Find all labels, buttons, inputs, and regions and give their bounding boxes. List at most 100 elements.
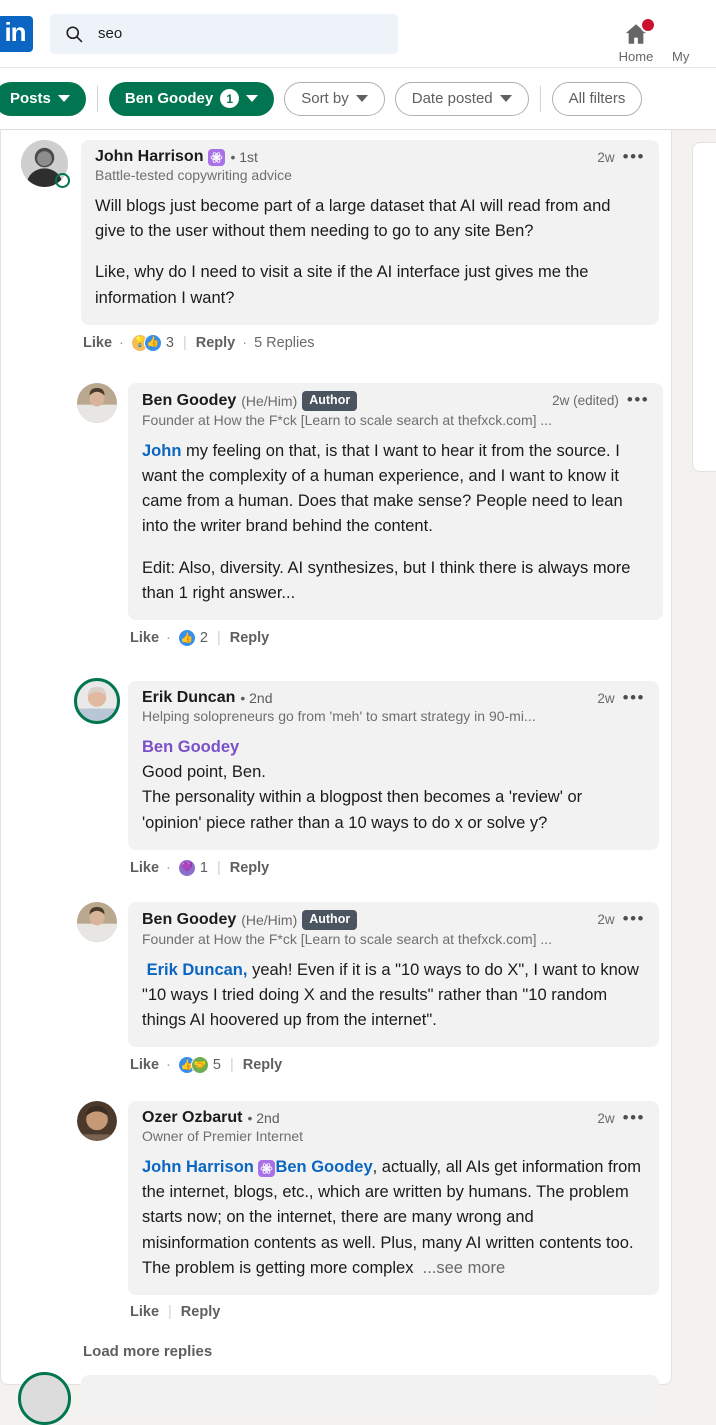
filter-posts-button[interactable]: Posts xyxy=(0,81,86,116)
like-button[interactable]: Like xyxy=(130,630,159,646)
comment-bubble: Ozer Ozbarut • 2nd Owner of Premier Inte… xyxy=(128,1101,659,1296)
comment-author-tagline: Founder at How the F*ck [Learn to scale … xyxy=(142,411,553,428)
filter-person-label: Ben Goodey xyxy=(124,90,214,107)
home-icon xyxy=(623,16,656,47)
comment-options-icon[interactable]: ••• xyxy=(623,148,645,165)
linkedin-logo[interactable]: in xyxy=(0,15,33,52)
comment-paragraph: John my feeling on that, is that I want … xyxy=(142,439,649,540)
filter-all-filters-button[interactable]: All filters xyxy=(551,81,643,116)
reaction-summary[interactable]: 👍 2 xyxy=(177,629,208,648)
filter-all-filters-label: All filters xyxy=(568,90,626,107)
nav-my-label: My xyxy=(672,48,690,64)
open-to-work-ring-icon xyxy=(18,1372,71,1425)
search-filter-bar: Posts Ben Goodey 1 Sort by Date posted A… xyxy=(0,68,716,130)
comment-options-icon[interactable]: ••• xyxy=(623,689,645,706)
nav-item-home[interactable]: Home xyxy=(600,16,672,64)
comment-reply-partial xyxy=(18,1372,659,1425)
reaction-icons: 👍 xyxy=(177,629,196,648)
nav-right-group: Home My xyxy=(600,0,716,68)
avatar[interactable] xyxy=(21,140,70,188)
comment-header: Erik Duncan • 2nd Helping solopreneurs g… xyxy=(142,689,645,724)
reaction-count: 5 xyxy=(212,1057,221,1074)
comment-bubble: Ben Goodey (He/Him) Author Founder at Ho… xyxy=(128,902,659,1048)
avatar-image xyxy=(77,902,117,942)
reply-button[interactable]: Reply xyxy=(181,1304,221,1320)
mention-link[interactable]: Erik Duncan, xyxy=(147,961,248,979)
comment-header: Ozer Ozbarut • 2nd Owner of Premier Inte… xyxy=(142,1109,645,1144)
comment-body: John my feeling on that, is that I want … xyxy=(142,439,649,606)
chevron-down-icon xyxy=(355,95,368,102)
filter-date-posted-button[interactable]: Date posted xyxy=(394,81,529,116)
post-comments-card: John Harrison • 1st Battle-tested copywr… xyxy=(0,130,672,1425)
reaction-summary[interactable]: 💡 👍 3 xyxy=(130,333,174,352)
comment-author-tagline: Helping solopreneurs go from 'meh' to sm… xyxy=(142,708,536,724)
avatar[interactable] xyxy=(77,383,117,423)
comment-author-name[interactable]: Ben Goodey xyxy=(142,911,236,929)
avatar[interactable] xyxy=(18,1372,71,1425)
comment-timestamp: 2w (edited) xyxy=(552,393,619,408)
comment-author-name[interactable]: Erik Duncan xyxy=(142,689,235,707)
open-to-work-ring-icon xyxy=(74,678,120,724)
filter-posts-label: Posts xyxy=(10,90,51,107)
comment-bubble: Ben Goodey (He/Him) Author Founder at Ho… xyxy=(128,383,664,621)
comment-text: Good point, Ben. xyxy=(142,763,266,782)
filter-person-button[interactable]: Ben Goodey 1 xyxy=(108,81,275,116)
like-button[interactable]: Like xyxy=(130,860,159,876)
comment-author-pronouns: (He/Him) xyxy=(241,392,298,409)
like-button[interactable]: Like xyxy=(130,1057,159,1073)
reply-button[interactable]: Reply xyxy=(196,335,236,351)
see-more-button[interactable]: ...see more xyxy=(423,1259,506,1277)
comment-actions: Like · 💡 👍 3 | Reply · 5 Replies xyxy=(83,333,315,352)
comment-options-icon[interactable]: ••• xyxy=(627,391,649,408)
load-more-replies-button[interactable]: Load more replies xyxy=(83,1343,212,1360)
comment-header: Ben Goodey (He/Him) Author Founder at Ho… xyxy=(142,391,649,428)
comment-body: Ben Goodey Good point, Ben. The personal… xyxy=(142,735,645,836)
comment-thread-root: John Harrison • 1st Battle-tested copywr… xyxy=(21,140,659,352)
comment-paragraph: John Harrison Ben Goodey, actually, all … xyxy=(142,1155,645,1281)
top-navigation-bar: in seo Home My xyxy=(0,0,716,68)
mention-link[interactable]: Ben Goodey xyxy=(275,1158,372,1176)
like-button[interactable]: Like xyxy=(130,1304,159,1320)
comment-options-icon[interactable]: ••• xyxy=(623,910,645,927)
comment-author-name[interactable]: John Harrison xyxy=(95,148,203,166)
nav-home-label: Home xyxy=(618,48,654,64)
avatar[interactable] xyxy=(74,678,120,724)
avatar-image xyxy=(77,1101,117,1141)
comment-reply: Ben Goodey (He/Him) Author Founder at Ho… xyxy=(77,902,659,1075)
avatar-image xyxy=(77,383,117,423)
notification-badge xyxy=(640,16,656,33)
avatar[interactable] xyxy=(77,1101,117,1141)
search-value: seo xyxy=(98,25,123,42)
mention-link[interactable]: John xyxy=(142,442,181,460)
comment-bubble: John Harrison • 1st Battle-tested copywr… xyxy=(81,140,659,325)
chevron-down-icon xyxy=(246,95,259,102)
comment-options-icon[interactable]: ••• xyxy=(623,1109,645,1126)
comment-bubble: Erik Duncan • 2nd Helping solopreneurs g… xyxy=(128,681,659,850)
comment-author-name[interactable]: Ben Goodey xyxy=(142,392,236,410)
reaction-summary[interactable]: 💜 1 xyxy=(177,858,208,877)
comment-bubble xyxy=(81,1375,659,1415)
filter-divider-2 xyxy=(539,85,541,112)
reply-button[interactable]: Reply xyxy=(230,860,270,876)
reaction-summary[interactable]: 👍 🤝 5 xyxy=(177,1056,221,1075)
search-input[interactable]: seo xyxy=(50,13,398,54)
comment-author-name[interactable]: Ozer Ozbarut xyxy=(142,1109,242,1127)
author-badge: Author xyxy=(302,391,358,411)
nav-item-my-network[interactable]: My xyxy=(672,21,716,64)
verified-badge-icon xyxy=(208,148,226,166)
support-reaction-icon: 🤝 xyxy=(190,1056,209,1075)
comment-author-tagline: Owner of Premier Internet xyxy=(142,1128,304,1144)
comment-body: Will blogs just become part of a large d… xyxy=(95,194,645,311)
like-button[interactable]: Like xyxy=(83,335,112,351)
comment-header: Ben Goodey (He/Him) Author Founder at Ho… xyxy=(142,910,645,947)
mention-link[interactable]: Ben Goodey xyxy=(142,735,645,760)
filter-sort-by-button[interactable]: Sort by xyxy=(284,81,385,116)
replies-count-button[interactable]: 5 Replies xyxy=(254,335,314,351)
avatar[interactable] xyxy=(77,902,117,942)
comment-actions: Like · 👍 2 | Reply xyxy=(130,629,270,648)
reply-button[interactable]: Reply xyxy=(230,630,270,646)
comment-text: my feeling on that, is that I want to he… xyxy=(142,441,623,536)
reply-button[interactable]: Reply xyxy=(243,1057,283,1073)
comment-paragraph: Will blogs just become part of a large d… xyxy=(95,194,645,244)
mention-link[interactable]: John Harrison xyxy=(142,1158,254,1176)
